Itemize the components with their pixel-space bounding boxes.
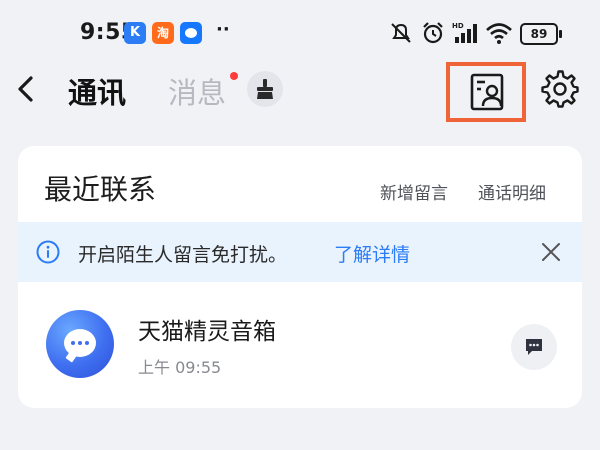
wifi-icon <box>486 23 512 44</box>
learn-more-link[interactable]: 了解详情 <box>334 240 410 267</box>
close-icon[interactable] <box>540 241 562 263</box>
call-detail-link[interactable]: 通话明细 <box>478 179 546 204</box>
tab-messages[interactable]: 消息 <box>168 70 226 112</box>
info-icon <box>36 240 60 264</box>
tab-contacts[interactable]: 通讯 <box>68 70 126 112</box>
contact-card-button[interactable] <box>446 62 526 122</box>
new-message-link[interactable]: 新增留言 <box>380 179 448 204</box>
bird-app-icon <box>180 22 202 44</box>
contact-card-icon <box>470 73 504 111</box>
broom-icon <box>257 79 273 99</box>
card-title: 最近联系 <box>44 173 157 206</box>
status-bar: 9:55 K 淘 ·· HD 89 <box>0 0 600 60</box>
svg-text:HD: HD <box>452 22 464 30</box>
message-icon <box>526 339 542 355</box>
notice-text: 开启陌生人留言免打扰。 <box>78 244 288 266</box>
more-notifications-icon: ·· <box>216 19 230 40</box>
page: 9:55 K 淘 ·· HD 89 通讯 消息 最近联系 新增留言 通话明细 开… <box>0 0 600 450</box>
back-arrow-icon[interactable] <box>14 74 38 104</box>
notice-banner: 开启陌生人留言免打扰。 了解详情 <box>18 222 582 282</box>
unread-dot <box>230 72 238 80</box>
alarm-icon <box>423 22 443 44</box>
contact-name: 天猫精灵音箱 <box>138 319 276 345</box>
settings-gear-icon[interactable] <box>541 70 579 108</box>
taobao-icon: 淘 <box>152 22 174 44</box>
battery-icon: 89 <box>520 23 562 45</box>
contact-time: 上午 09:55 <box>138 358 222 377</box>
avatar <box>46 310 114 378</box>
app-k-icon: K <box>124 22 146 44</box>
chat-bubble-icon <box>64 329 96 357</box>
clean-button[interactable] <box>247 71 283 107</box>
signal-icon: HD <box>452 22 477 43</box>
list-item[interactable]: 天猫精灵音箱 上午 09:55 <box>18 282 582 408</box>
message-button[interactable] <box>511 324 557 370</box>
mute-icon <box>391 23 411 43</box>
recent-contacts-card: 最近联系 新增留言 通话明细 开启陌生人留言免打扰。 了解详情 天猫精灵音箱 上… <box>18 146 582 408</box>
